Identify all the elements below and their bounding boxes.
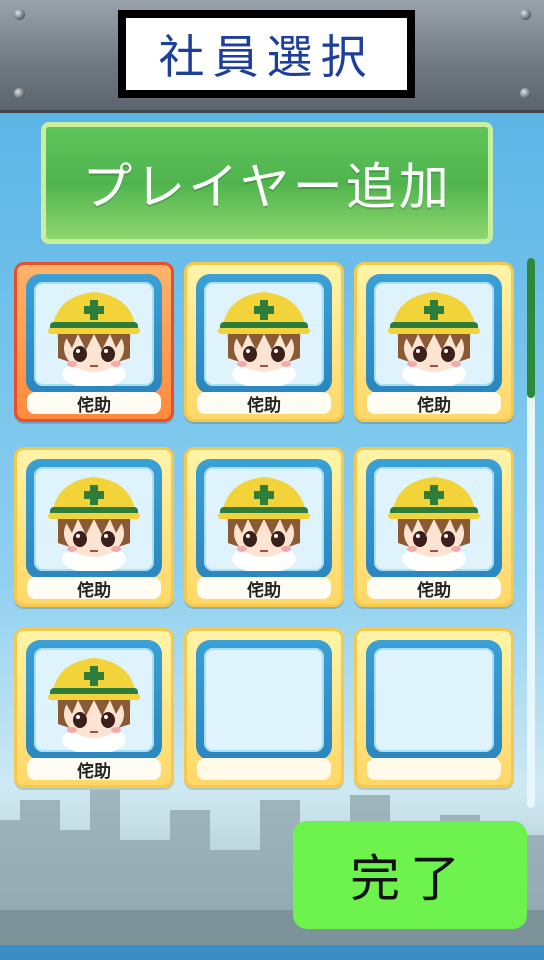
- avatar-frame: [196, 459, 332, 579]
- employee-name: 侘助: [27, 577, 161, 601]
- avatar: [204, 282, 324, 386]
- avatar-frame: [26, 274, 162, 394]
- avatar-frame: [26, 459, 162, 579]
- employee-name: 侘助: [197, 392, 331, 416]
- page-title: 社員選択: [158, 30, 375, 84]
- employee-name: 侘助: [367, 577, 501, 601]
- avatar-frame: [366, 274, 502, 394]
- avatar: [34, 282, 154, 386]
- avatar-empty: [204, 648, 324, 752]
- employee-name: 侘助: [27, 758, 161, 782]
- worker-helmet-avatar: [48, 658, 140, 752]
- avatar-frame: [196, 274, 332, 394]
- header-bar: 社員選択: [0, 0, 544, 113]
- worker-helmet-avatar: [48, 292, 140, 386]
- employee-slot[interactable]: 侘助: [14, 262, 174, 422]
- employee-name: 侘助: [367, 392, 501, 416]
- worker-helmet-avatar: [388, 292, 480, 386]
- avatar-frame: [366, 459, 502, 579]
- done-label: 完了: [350, 850, 470, 908]
- empty-slot[interactable]: [354, 628, 514, 788]
- employee-slot[interactable]: 侘助: [354, 447, 514, 607]
- worker-helmet-avatar: [218, 292, 310, 386]
- avatar-frame: [26, 640, 162, 760]
- rivet-icon: [14, 88, 25, 99]
- done-button[interactable]: 完了: [293, 821, 527, 929]
- add-player-button[interactable]: プレイヤー追加: [41, 122, 493, 244]
- empty-slot[interactable]: [184, 628, 344, 788]
- employee-slot[interactable]: 侘助: [14, 447, 174, 607]
- avatar-empty: [374, 648, 494, 752]
- employee-name: 侘助: [27, 392, 161, 416]
- avatar: [34, 648, 154, 752]
- employee-slot[interactable]: 侘助: [184, 262, 344, 422]
- avatar: [374, 282, 494, 386]
- avatar: [34, 467, 154, 571]
- add-player-label: プレイヤー追加: [82, 158, 452, 216]
- employee-name: 侘助: [197, 577, 331, 601]
- scrollbar-thumb[interactable]: [527, 258, 535, 398]
- employee-slot[interactable]: 侘助: [184, 447, 344, 607]
- employee-name: [197, 758, 331, 780]
- avatar-frame: [196, 640, 332, 760]
- title-plate: 社員選択: [118, 10, 415, 98]
- worker-helmet-avatar: [48, 477, 140, 571]
- worker-helmet-avatar: [388, 477, 480, 571]
- avatar: [374, 467, 494, 571]
- rivet-icon: [520, 88, 531, 99]
- employee-slot[interactable]: 侘助: [354, 262, 514, 422]
- scrollbar[interactable]: [527, 258, 535, 808]
- avatar-frame: [366, 640, 502, 760]
- rivet-icon: [520, 9, 531, 20]
- worker-helmet-avatar: [218, 477, 310, 571]
- avatar: [204, 467, 324, 571]
- employee-slot[interactable]: 侘助: [14, 628, 174, 788]
- employee-name: [367, 758, 501, 780]
- rivet-icon: [14, 9, 25, 20]
